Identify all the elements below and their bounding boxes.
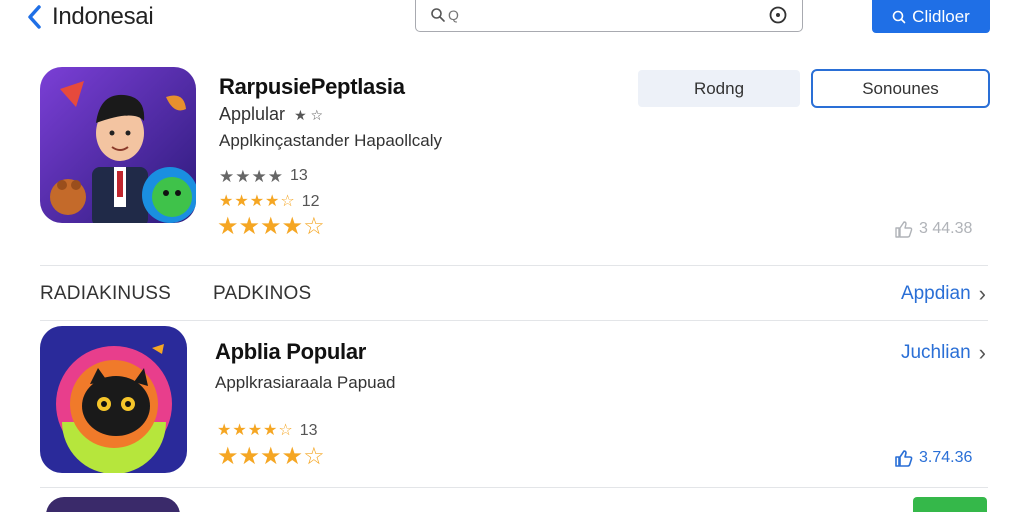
rating-count: 13	[289, 167, 308, 184]
rating-row: ★★★★☆ 12	[219, 193, 320, 211]
secondary-button[interactable]: Rodng	[638, 70, 800, 107]
app-detail-link[interactable]: Juchlian ›	[901, 342, 986, 364]
app-illustration	[40, 326, 187, 473]
install-button[interactable]	[913, 497, 987, 512]
section-see-all-link[interactable]: Appdian ›	[901, 283, 986, 305]
rating-stars: ★★★★☆	[219, 193, 296, 210]
rating-row: ★★★★☆	[217, 215, 325, 239]
chevron-left-icon	[28, 5, 41, 29]
app-name[interactable]: Apblia Popular	[215, 339, 366, 365]
rating-count: 13	[299, 422, 318, 439]
search-icon	[431, 8, 445, 22]
search-icon	[892, 10, 906, 23]
app-icon-featured[interactable]	[40, 67, 196, 223]
divider	[40, 320, 988, 321]
rating-count: 12	[301, 193, 320, 210]
back-label: Indonesai	[52, 3, 154, 30]
primary-button[interactable]: Sonounes	[811, 69, 990, 108]
divider	[40, 487, 988, 488]
chevron-right-icon: ›	[978, 340, 986, 365]
download-count-text: 3 44.38	[919, 220, 973, 237]
rating-stars: ★★★★☆	[217, 422, 294, 439]
download-count: 3.74.36	[893, 448, 972, 468]
chevron-right-icon: ›	[978, 281, 986, 306]
app-description: Applkinçastander Hapaollcaly	[219, 131, 443, 150]
download-count-text: 3.74.36	[919, 449, 973, 466]
app-name[interactable]: RarpusiePeptlasia	[219, 74, 405, 100]
download-count: 3 44.38	[893, 219, 972, 239]
thumbs-up-icon	[895, 450, 913, 467]
divider	[40, 265, 988, 266]
search-bar[interactable]	[415, 0, 803, 32]
app-detail-link-label: Juchlian	[900, 342, 971, 363]
back-button[interactable]: Indonesai	[26, 3, 154, 31]
top-action-button[interactable]: Clidloer	[872, 0, 990, 33]
app-illustration	[40, 67, 196, 223]
rating-stars: ★★★★☆	[217, 213, 325, 240]
refresh-icon[interactable]	[768, 5, 788, 25]
rating-row: ★★★★☆	[217, 445, 325, 469]
rating-row: ★★★★ 13	[219, 167, 308, 185]
rating-stars: ★★★★	[219, 166, 284, 186]
app-subtitle-text: Applular	[219, 104, 286, 124]
app-icon-popular[interactable]	[40, 326, 187, 473]
section-link-label: Appdian	[900, 283, 971, 304]
section-label-left: RADIAKINUSS	[40, 283, 172, 304]
app-subtitle: Applular ★ ☆	[219, 104, 323, 125]
subtitle-stars: ★ ☆	[294, 107, 324, 123]
app-icon-partial[interactable]	[46, 497, 180, 512]
thumbs-up-icon	[895, 221, 913, 238]
rating-stars: ★★★★☆	[217, 443, 325, 470]
section-label-mid: PADKINOS	[213, 283, 312, 304]
app-description: Applkrasiaraala Papuad	[215, 373, 396, 392]
rating-row: ★★★★☆ 13	[217, 422, 318, 440]
search-input[interactable]	[448, 5, 748, 25]
top-action-label: Clidloer	[912, 6, 970, 26]
